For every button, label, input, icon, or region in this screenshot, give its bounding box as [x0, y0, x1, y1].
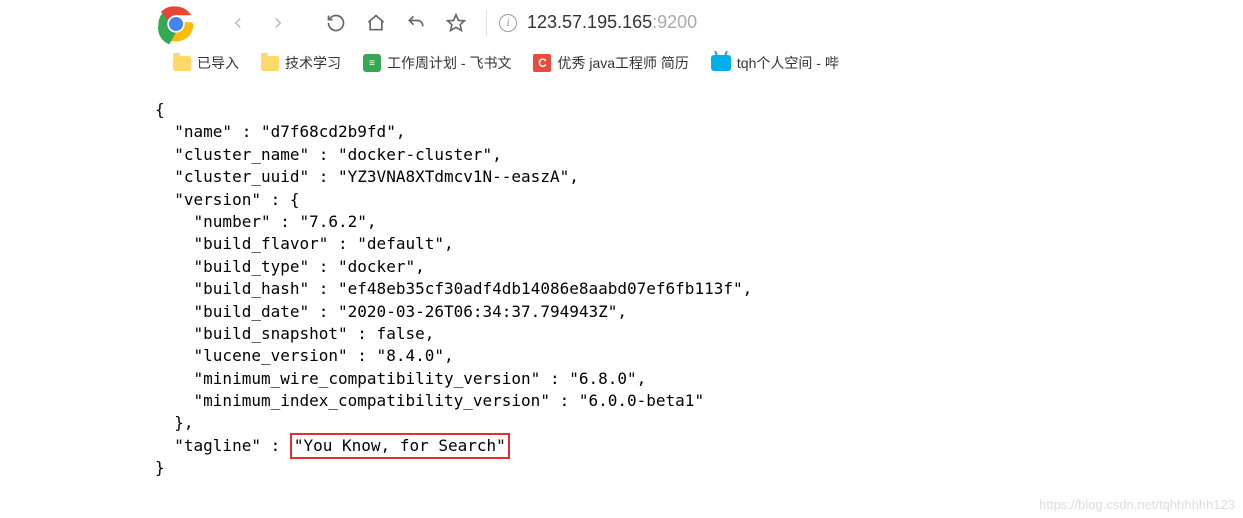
tagline-highlight: "You Know, for Search" [290, 433, 510, 459]
watermark: https://blog.csdn.net/tqhhhhhh123 [1039, 497, 1235, 512]
json-response-body: { "name" : "d7f68cd2b9fd", "cluster_name… [0, 81, 1243, 480]
json-line: "number" : "7.6.2", [155, 212, 377, 231]
star-button[interactable] [438, 5, 474, 41]
json-tagline-key: "tagline" : [155, 436, 290, 455]
json-line: "lucene_version" : "8.4.0", [155, 346, 454, 365]
back-button[interactable] [220, 5, 256, 41]
json-line: "build_flavor" : "default", [155, 234, 454, 253]
url-ip: 123.57.195.165 [527, 12, 652, 32]
json-line: } [155, 458, 165, 477]
bookmark-work-plan[interactable]: ≡ 工作周计划 - 飞书文 [355, 50, 519, 76]
url-port: :9200 [652, 12, 697, 32]
json-line: { [155, 100, 165, 119]
json-line: }, [155, 413, 194, 432]
json-line: "minimum_index_compatibility_version" : … [155, 391, 704, 410]
bookmark-java-resume[interactable]: C 优秀 java工程师 简历 [525, 50, 696, 76]
json-line: "build_type" : "docker", [155, 257, 425, 276]
bookmark-label: 已导入 [197, 53, 239, 73]
json-line: "minimum_wire_compatibility_version" : "… [155, 369, 646, 388]
json-line: "build_snapshot" : false, [155, 324, 434, 343]
json-line: "build_hash" : "ef48eb35cf30adf4db14086e… [155, 279, 752, 298]
bookmark-label: 优秀 java工程师 简历 [557, 53, 688, 73]
url-display[interactable]: 123.57.195.165:9200 [527, 12, 697, 33]
folder-icon [173, 56, 191, 71]
bilibili-icon [711, 55, 731, 71]
feishu-icon: ≡ [363, 54, 381, 72]
bookmark-label: 技术学习 [285, 53, 341, 73]
csdn-icon: C [533, 54, 551, 72]
chrome-logo-icon [150, 0, 202, 48]
reload-button[interactable] [318, 5, 354, 41]
bookmark-label: tqh个人空间 - 哔 [737, 53, 839, 73]
separator [486, 10, 487, 36]
bookmarks-bar: 已导入 技术学习 ≡ 工作周计划 - 飞书文 C 优秀 java工程师 简历 t… [0, 45, 1243, 81]
folder-icon [261, 56, 279, 71]
json-line: "cluster_name" : "docker-cluster", [155, 145, 502, 164]
bookmark-bilibili[interactable]: tqh个人空间 - 哔 [703, 50, 847, 76]
bookmark-label: 工作周计划 - 飞书文 [387, 53, 511, 73]
bookmark-imported[interactable]: 已导入 [165, 50, 247, 76]
browser-toolbar: i 123.57.195.165:9200 [0, 0, 1243, 45]
info-icon[interactable]: i [499, 14, 517, 32]
json-tagline-value: "You Know, for Search" [294, 436, 506, 455]
home-button[interactable] [358, 5, 394, 41]
json-line: "cluster_uuid" : "YZ3VNA8XTdmcv1N--easzA… [155, 167, 579, 186]
json-line: "build_date" : "2020-03-26T06:34:37.7949… [155, 302, 627, 321]
bookmark-tech-study[interactable]: 技术学习 [253, 50, 349, 76]
undo-button[interactable] [398, 5, 434, 41]
forward-button[interactable] [260, 5, 296, 41]
json-line: "name" : "d7f68cd2b9fd", [155, 122, 405, 141]
json-line: "version" : { [155, 190, 300, 209]
